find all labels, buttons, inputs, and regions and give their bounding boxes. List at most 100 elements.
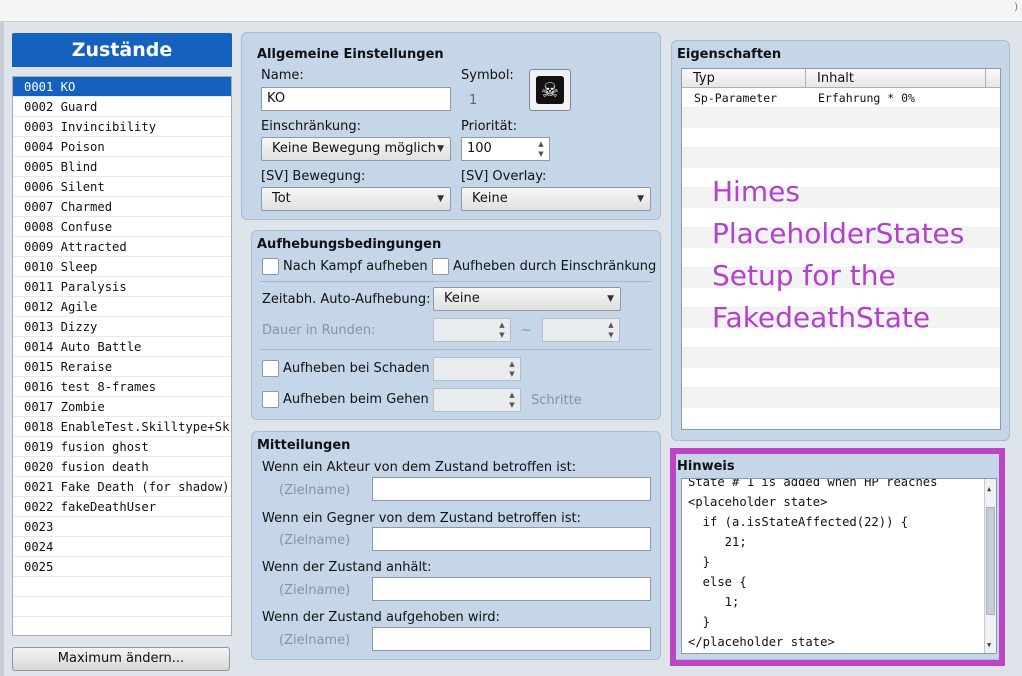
priority-stepper[interactable]: 100 ▲ ▼ — [461, 137, 550, 161]
list-item-empty[interactable] — [13, 577, 231, 597]
overlay-line: Setup for the — [712, 259, 896, 292]
note-line: else { — [688, 575, 747, 589]
stepper-arrows-icon[interactable]: ▲ ▼ — [536, 139, 546, 159]
actor-message-input[interactable] — [372, 477, 651, 501]
list-item[interactable]: 0013 Dizzy — [13, 317, 231, 337]
damage-stepper[interactable]: ▲ ▼ — [433, 357, 521, 381]
scroll-down-icon[interactable]: ▼ — [987, 641, 991, 649]
table-row-empty[interactable] — [682, 348, 1000, 368]
symbol-button[interactable]: ☠ — [529, 69, 571, 111]
list-item[interactable]: 0018 EnableTest.Skilltype+Sk··· — [13, 417, 231, 437]
list-item[interactable]: 0006 Silent — [13, 177, 231, 197]
sv-motion-label: [SV] Bewegung: — [261, 169, 366, 184]
table-row-empty[interactable] — [682, 408, 1000, 428]
list-item-empty[interactable] — [13, 597, 231, 617]
enemy-message-input[interactable] — [372, 527, 651, 551]
list-item[interactable]: 0012 Agile — [13, 297, 231, 317]
list-item-empty[interactable] — [13, 617, 231, 635]
general-settings-panel: Allgemeine Einstellungen Name: KO Symbol… — [241, 32, 661, 220]
persist-message-input[interactable] — [372, 577, 651, 601]
sv-motion-select[interactable]: Tot ▼ — [261, 187, 451, 211]
priority-value: 100 — [467, 141, 492, 156]
scroll-up-icon[interactable]: ▲ — [987, 485, 991, 493]
list-item[interactable]: 0011 Paralysis — [13, 277, 231, 297]
auto-removal-select[interactable]: Keine ▼ — [433, 287, 621, 311]
traits-col-type[interactable]: Typ — [682, 69, 806, 87]
remove-after-battle-label: Nach Kampf aufheben — [283, 259, 428, 274]
overlay-line: FakedeathState — [712, 301, 931, 334]
list-item[interactable]: 0007 Charmed — [13, 197, 231, 217]
traits-col-filler — [986, 69, 1000, 87]
note-textarea[interactable]: State # 1 is added when HP reaches <place… — [681, 478, 997, 654]
restriction-select[interactable]: Keine Bewegung möglich ▼ — [261, 137, 451, 161]
list-item[interactable]: 0015 Reraise — [13, 357, 231, 377]
list-item[interactable]: 0017 Zombie — [13, 397, 231, 417]
table-row-empty[interactable] — [682, 128, 1000, 148]
sv-overlay-select[interactable]: Keine ▼ — [461, 187, 651, 211]
name-input[interactable]: KO — [261, 87, 451, 111]
table-row-empty[interactable] — [682, 368, 1000, 388]
remove-by-walking-label: Aufheben beim Gehen — [283, 392, 429, 407]
note-line: </placeholder state> — [688, 635, 835, 649]
note-line: if (a.isStateAffected(22)) { — [688, 515, 909, 529]
enemy-target-name: (Zielname) — [279, 533, 351, 548]
divider — [260, 349, 652, 350]
remove-by-restriction-checkbox[interactable] — [432, 258, 449, 275]
note-lines: State # 1 is added when HP reaches <place… — [682, 478, 996, 652]
list-item[interactable]: 0014 Auto Battle — [13, 337, 231, 357]
chevron-down-icon: ▼ — [437, 144, 444, 154]
list-item[interactable]: 0023 — [13, 517, 231, 537]
table-row[interactable]: Sp-Parameter Erfahrung * 0% — [682, 88, 1000, 108]
list-item[interactable]: 0022 fakeDeathUser — [13, 497, 231, 517]
remove-by-restriction-label: Aufheben durch Einschränkung — [453, 259, 657, 274]
states-list[interactable]: 0001 KO 0002 Guard 0003 Invincibility 0004 … — [12, 76, 232, 636]
states-list-title: Zustände — [12, 33, 232, 67]
table-row-empty[interactable] — [682, 388, 1000, 408]
duration-min-stepper[interactable]: ▲ ▼ — [433, 318, 511, 342]
general-settings-title: Allgemeine Einstellungen — [257, 47, 444, 62]
traits-col-content[interactable]: Inhalt — [806, 69, 986, 87]
list-item[interactable]: 0008 Confuse — [13, 217, 231, 237]
table-row-empty[interactable] — [682, 148, 1000, 168]
overlay-annotation: Himes PlaceholderStates Setup for the Faked… — [712, 171, 964, 339]
list-item[interactable]: 0024 — [13, 537, 231, 557]
list-item[interactable]: 0019 fusion ghost — [13, 437, 231, 457]
removed-message-label: Wenn der Zustand aufgehoben wird: — [262, 610, 500, 625]
list-item[interactable]: 0010 Sleep — [13, 257, 231, 277]
list-item[interactable]: 0025 — [13, 557, 231, 577]
stepper-arrows-icon: ▲ ▼ — [509, 391, 515, 409]
table-row-empty[interactable] — [682, 108, 1000, 128]
list-item[interactable]: 0021 Fake Death (for shadow) — [13, 477, 231, 497]
remove-by-damage-checkbox[interactable] — [262, 360, 279, 377]
removed-message-input[interactable] — [372, 627, 651, 651]
change-maximum-button[interactable]: Maximum ändern... — [12, 647, 230, 671]
traits-table[interactable]: Typ Inhalt Sp-Parameter Erfahrung * 0% Hi… — [681, 68, 1001, 430]
name-label: Name: — [261, 68, 304, 83]
remove-after-battle-checkbox[interactable] — [262, 258, 279, 275]
remove-by-walking-checkbox[interactable] — [262, 391, 279, 408]
actor-target-name: (Zielname) — [279, 483, 351, 498]
scroll-thumb[interactable] — [986, 507, 995, 615]
steps-stepper[interactable]: ▲ ▼ — [433, 388, 521, 412]
sv-overlay-label: [SV] Overlay: — [461, 169, 547, 184]
priority-label: Priorität: — [461, 119, 518, 134]
duration-max-stepper[interactable]: ▲ ▼ — [542, 318, 620, 342]
list-item[interactable]: 0009 Attracted — [13, 237, 231, 257]
list-item[interactable]: 0020 fusion death — [13, 457, 231, 477]
note-line: State # 1 is added when HP reaches — [688, 478, 938, 489]
trait-content: Erfahrung * 0% — [818, 91, 915, 105]
left-edge — [0, 22, 4, 676]
enemy-message-label: Wenn ein Gegner von dem Zustand betroffe… — [262, 511, 581, 526]
list-item[interactable]: 0002 Guard — [13, 97, 231, 117]
note-line: } — [688, 615, 711, 629]
list-item[interactable]: 0005 Blind — [13, 157, 231, 177]
note-scrollbar[interactable]: ▲ ▼ — [984, 479, 996, 653]
list-item[interactable]: 0001 KO — [13, 77, 231, 97]
duration-label: Dauer in Runden: — [262, 323, 376, 338]
messages-title: Mitteilungen — [257, 438, 351, 453]
list-item[interactable]: 0003 Invincibility — [13, 117, 231, 137]
list-item[interactable]: 0004 Poison — [13, 137, 231, 157]
note-line: } — [688, 555, 711, 569]
list-item[interactable]: 0016 test 8-frames — [13, 377, 231, 397]
remove-by-damage-label: Aufheben bei Schaden — [283, 361, 430, 376]
